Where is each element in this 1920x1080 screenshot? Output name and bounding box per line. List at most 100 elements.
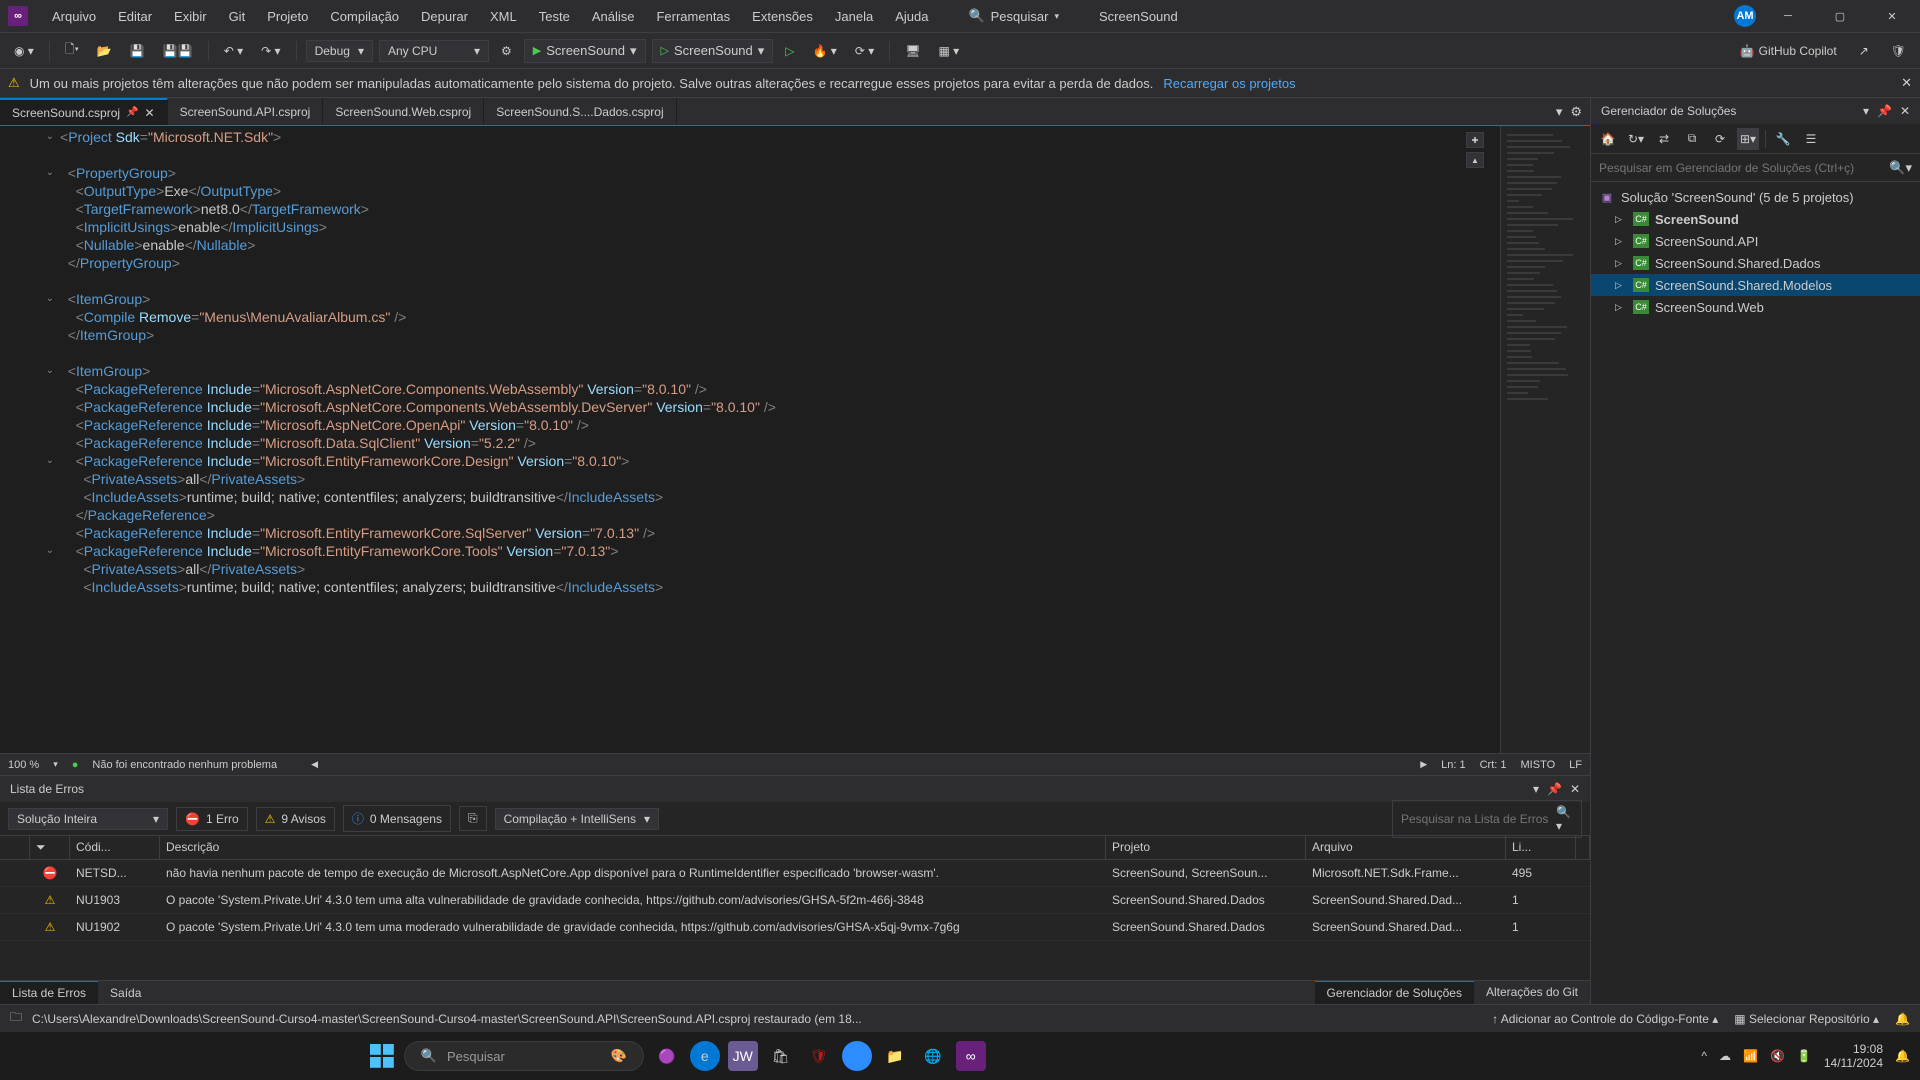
scroll-up-button[interactable]: ▲	[1466, 152, 1484, 168]
menu-git[interactable]: Git	[219, 3, 256, 30]
build-filter-icon[interactable]: ⎘	[459, 806, 487, 831]
menu-arquivo[interactable]: Arquivo	[42, 3, 106, 30]
menu-ajuda[interactable]: Ajuda	[885, 3, 938, 30]
maximize-button[interactable]: ▢	[1820, 2, 1860, 30]
minimap[interactable]	[1500, 126, 1590, 753]
mcafee-taskbar-icon[interactable]: 🛡	[804, 1041, 834, 1071]
pin-icon[interactable]: 📌	[1547, 782, 1562, 796]
tray-expand-icon[interactable]: ^	[1701, 1049, 1707, 1063]
copy-icon[interactable]: ⧉	[1681, 128, 1703, 150]
jw-taskbar-icon[interactable]: JW	[728, 1041, 758, 1071]
close-icon[interactable]: ✕	[1900, 104, 1910, 118]
eol[interactable]: LF	[1569, 759, 1582, 771]
dropdown-icon[interactable]: ▾	[1863, 104, 1869, 118]
zoom-taskbar-icon[interactable]	[842, 1041, 872, 1071]
source-control-button[interactable]: ↑ Adicionar ao Controle do Código-Fonte …	[1492, 1012, 1718, 1026]
nav-back-button[interactable]: ◉ ▾	[8, 40, 40, 62]
tab-overflow-button[interactable]: ▾	[1556, 104, 1563, 120]
menu-exibir[interactable]: Exibir	[164, 3, 217, 30]
menu-xml[interactable]: XML	[480, 3, 527, 30]
reload-link[interactable]: Recarregar os projetos	[1163, 76, 1295, 91]
undo-button[interactable]: ↶ ▾	[218, 40, 249, 62]
error-row[interactable]: ⚠NU1902O pacote 'System.Private.Uri' 4.3…	[0, 914, 1590, 941]
scope-dropdown[interactable]: Solução Inteira▾	[8, 808, 168, 830]
notifications-icon[interactable]: 🔔	[1895, 1049, 1910, 1063]
menu-janela[interactable]: Janela	[825, 3, 883, 30]
explorer-taskbar-icon[interactable]: 📁	[880, 1041, 910, 1071]
wifi-icon[interactable]: 📶	[1743, 1049, 1758, 1063]
copilot-taskbar-icon[interactable]: 🟣	[652, 1041, 682, 1071]
windows-start-button[interactable]	[368, 1042, 396, 1070]
error-list-headers[interactable]: ⏷ Códi... Descrição Projeto Arquivo Li..…	[0, 836, 1590, 860]
home-icon[interactable]: 🏠	[1597, 128, 1619, 150]
menu-ferramentas[interactable]: Ferramentas	[646, 3, 740, 30]
solution-search[interactable]: 🔍▾	[1591, 154, 1920, 182]
hscroll-left-icon[interactable]: ◀	[311, 759, 318, 770]
wrench-icon[interactable]: 🔧	[1772, 128, 1794, 150]
expand-icon[interactable]: ▷	[1615, 236, 1627, 247]
menu-compilação[interactable]: Compilação	[320, 3, 409, 30]
error-row[interactable]: ⚠NU1903O pacote 'System.Private.Uri' 4.3…	[0, 887, 1590, 914]
errors-filter-button[interactable]: ⛔1 Erro	[176, 807, 248, 831]
redo-button[interactable]: ↷ ▾	[255, 40, 286, 62]
onedrive-icon[interactable]: ☁	[1719, 1049, 1731, 1063]
pin-icon[interactable]: 📌	[1877, 104, 1892, 118]
chrome-taskbar-icon[interactable]: 🌐	[918, 1041, 948, 1071]
titlebar-search[interactable]: 🔍 Pesquisar ▾	[958, 6, 1069, 26]
expand-icon[interactable]: ▷	[1615, 214, 1627, 225]
repo-button[interactable]: ▦ Selecionar Repositório ▴	[1734, 1012, 1879, 1026]
warnings-filter-button[interactable]: ⚠9 Avisos	[256, 807, 335, 831]
minimize-button[interactable]: ─	[1768, 2, 1808, 30]
project-node[interactable]: ▷C#ScreenSound.Shared.Dados	[1591, 252, 1920, 274]
run-nodebug-button[interactable]: ▷ScreenSound▾	[652, 39, 774, 63]
menu-depurar[interactable]: Depurar	[411, 3, 478, 30]
save-all-button[interactable]: 💾💾	[157, 40, 199, 62]
close-icon[interactable]: ✕	[1570, 782, 1580, 796]
hscroll-right-icon[interactable]: ▶	[1420, 759, 1427, 771]
switch-icon[interactable]: ⇄	[1653, 128, 1675, 150]
tab-git-changes[interactable]: Alterações do Git	[1474, 981, 1590, 1004]
battery-icon[interactable]: 🔋	[1797, 1049, 1812, 1063]
step-button[interactable]: ▷	[779, 40, 800, 62]
config-dropdown[interactable]: Debug▾	[306, 40, 373, 62]
close-button[interactable]: ✕	[1872, 2, 1912, 30]
solution-root[interactable]: ▣Solução 'ScreenSound' (5 de 5 projetos)	[1591, 186, 1920, 208]
error-search-input[interactable]: 🔍▾	[1392, 800, 1582, 838]
restart-button[interactable]: ⟳ ▾	[849, 40, 880, 62]
copilot-button[interactable]: 🤖 GitHub Copilot	[1734, 40, 1843, 62]
open-button[interactable]: 📂	[91, 40, 118, 62]
tab-solution-explorer[interactable]: Gerenciador de Soluções	[1315, 981, 1474, 1004]
file-tab[interactable]: ScreenSound.API.csproj	[168, 98, 324, 125]
error-row[interactable]: ⛔NETSD...não havia nenhum pacote de temp…	[0, 860, 1590, 887]
pin-icon[interactable]: 📌	[126, 107, 138, 118]
project-node[interactable]: ▷C#ScreenSound.API	[1591, 230, 1920, 252]
bell-icon[interactable]: 🔔	[1895, 1012, 1910, 1026]
windows-search[interactable]: 🔍 Pesquisar 🎨	[404, 1041, 644, 1071]
zoom-level[interactable]: 100 %	[8, 759, 39, 771]
project-node[interactable]: ▷C#ScreenSound.Web	[1591, 296, 1920, 318]
gear-icon[interactable]: ⚙	[495, 40, 518, 62]
sync-icon[interactable]: ↻▾	[1625, 128, 1647, 150]
file-tab[interactable]: ScreenSound.Web.csproj	[323, 98, 484, 125]
share-button[interactable]: ↗	[1853, 40, 1875, 62]
messages-filter-button[interactable]: ⓘ0 Mensagens	[343, 805, 451, 832]
code-editor[interactable]: ⌄⌄⌄⌄⌄⌄ <Project Sdk="Microsoft.NET.Sdk">…	[0, 126, 1590, 753]
clock[interactable]: 19:08 14/11/2024	[1824, 1042, 1883, 1071]
warnbar-close-button[interactable]: ✕	[1901, 75, 1912, 91]
encoding[interactable]: MISTO	[1521, 759, 1556, 771]
menu-projeto[interactable]: Projeto	[257, 3, 318, 30]
user-avatar[interactable]: AM	[1734, 5, 1756, 27]
build-mode-dropdown[interactable]: Compilação + IntelliSens▾	[495, 808, 659, 830]
dropdown-icon[interactable]: ▾	[1533, 782, 1539, 796]
new-item-button[interactable]: 🗋▾	[59, 36, 85, 65]
menu-extensões[interactable]: Extensões	[742, 3, 823, 30]
expand-icon[interactable]: ▷	[1615, 280, 1627, 291]
hotreload-button[interactable]: 🔥 ▾	[807, 40, 843, 62]
properties-icon[interactable]: ☰	[1800, 128, 1822, 150]
menu-análise[interactable]: Análise	[582, 3, 645, 30]
file-tab[interactable]: ScreenSound.csproj📌✕	[0, 98, 168, 125]
expand-icon[interactable]: ▷	[1615, 258, 1627, 269]
menu-teste[interactable]: Teste	[529, 3, 580, 30]
edge-taskbar-icon[interactable]: e	[690, 1041, 720, 1071]
misc-button-2[interactable]: ▦ ▾	[933, 40, 966, 62]
